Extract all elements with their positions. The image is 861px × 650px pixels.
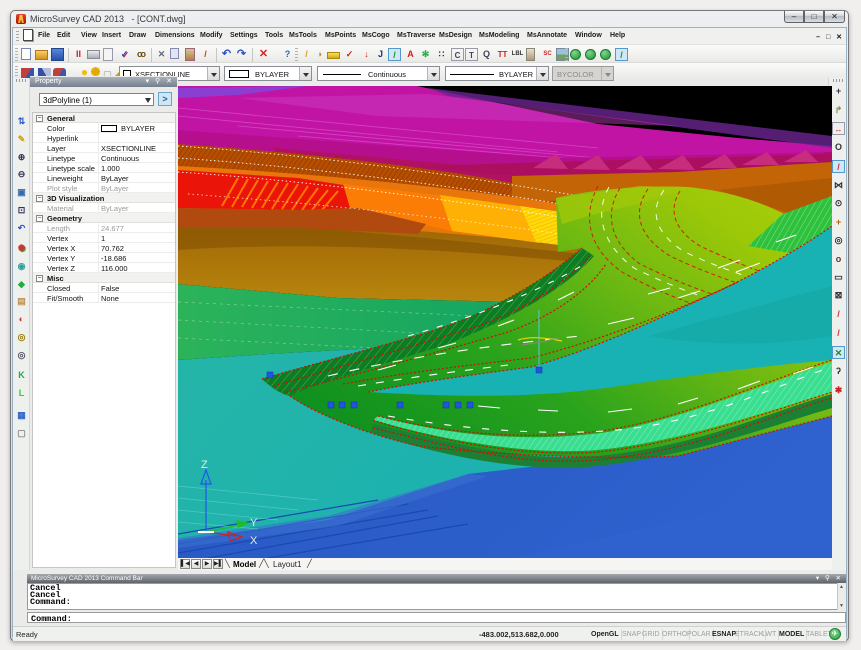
svg-text:Z: Z <box>201 459 208 471</box>
svg-text:X: X <box>250 535 258 547</box>
svg-text:Y: Y <box>250 517 258 529</box>
